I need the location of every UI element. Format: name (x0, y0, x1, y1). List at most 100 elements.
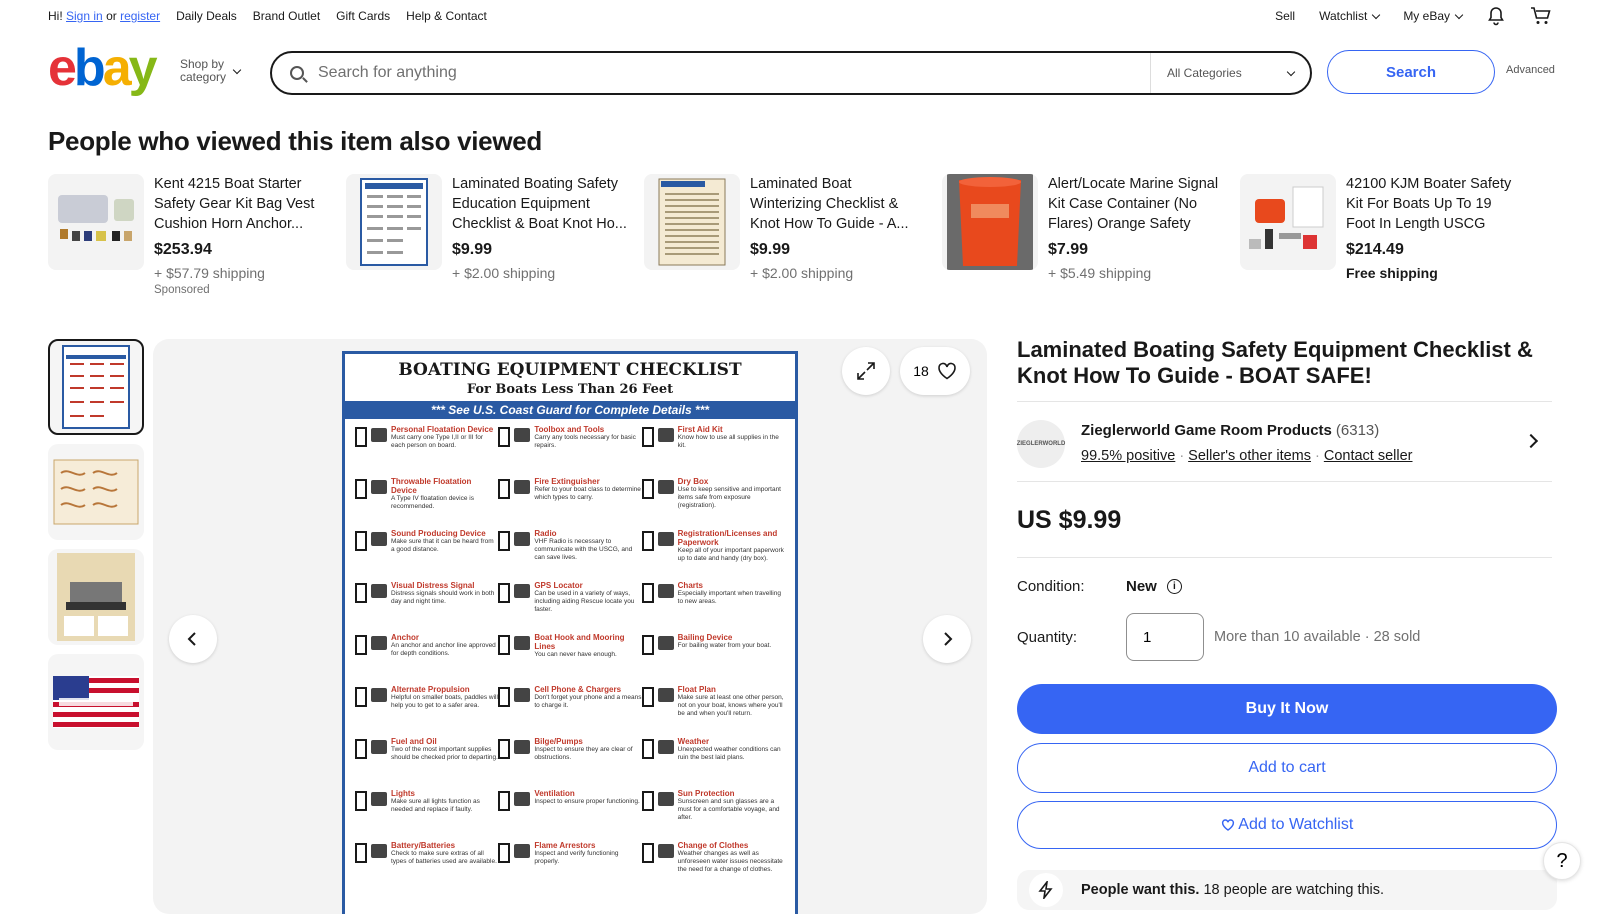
add-to-cart-button[interactable]: Add to cart (1017, 743, 1557, 793)
help-button[interactable]: ? (1543, 842, 1581, 880)
item-title[interactable]: Kent 4215 Boat Starter Safety Gear Kit B… (154, 174, 330, 234)
positive-feedback-link[interactable]: 99.5% positive (1081, 448, 1175, 464)
item-price: $9.99 (750, 241, 791, 258)
poster-checklist: Personal Floatation Device Must carry one… (345, 419, 795, 893)
category-select-value: All Categories (1167, 66, 1242, 80)
product-thumbnail[interactable] (1240, 174, 1336, 270)
advanced-search-link[interactable]: Advanced (1506, 64, 1555, 76)
item-price: $9.99 (452, 241, 493, 258)
poster-item-desc: Two of the most important supplies shoul… (391, 746, 498, 761)
list-item[interactable]: Alert/Locate Marine Signal Kit Case Cont… (942, 174, 1240, 296)
poster-item-title: Cell Phone & Chargers (534, 685, 622, 694)
next-image-button[interactable] (923, 615, 971, 663)
checklist-poster-image: BOATING EQUIPMENT CHECKLIST For Boats Le… (342, 351, 798, 914)
my-ebay-dropdown[interactable]: My eBay (1403, 9, 1464, 23)
info-icon[interactable]: i (1166, 579, 1182, 594)
gallery-thumbnail[interactable] (48, 654, 144, 750)
or-text: or (106, 9, 117, 23)
checkbox-square-icon (355, 635, 367, 655)
main-product-image[interactable]: BOATING EQUIPMENT CHECKLIST For Boats Le… (153, 339, 987, 914)
poster-checklist-item: Alternate Propulsion Helpful on smaller b… (355, 685, 498, 731)
list-item[interactable]: 42100 KJM Boater Safety Kit For Boats Up… (1240, 174, 1538, 296)
category-label: category (180, 70, 227, 84)
quantity-input[interactable] (1126, 613, 1204, 661)
poster-item-desc: You can never have enough. (534, 651, 617, 658)
item-icon (514, 792, 531, 806)
ebay-logo[interactable]: ebay (48, 42, 158, 94)
poster-checklist-item: Bailing Device For bailing water from you… (641, 633, 785, 679)
poster-item-title: Sound Producing Device (391, 529, 486, 538)
seller-name-row: Zieglerworld Game Room Products (6313) (1081, 422, 1379, 439)
search-button[interactable]: Search (1327, 50, 1495, 94)
item-title[interactable]: Alert/Locate Marine Signal Kit Case Cont… (1048, 174, 1224, 234)
shop-by-category-button[interactable]: Shop by category (180, 58, 242, 84)
poster-item-title: Change of Clothes (677, 841, 749, 850)
poster-checklist-item: Throwable Floatation Device A Type IV flo… (355, 477, 498, 523)
search-input[interactable] (318, 58, 1150, 88)
cart-icon[interactable] (1530, 6, 1552, 26)
poster-item-title: Lights (391, 789, 415, 798)
poster-item-desc: Make sure at least one other person, not… (677, 694, 784, 717)
poster-item-desc: Don't forget your phone and a means to c… (534, 694, 642, 709)
item-icon (514, 532, 531, 546)
watch-count-button[interactable]: 18 (900, 347, 970, 395)
daily-deals-link[interactable]: Daily Deals (176, 9, 237, 23)
poster-checklist-item: Weather Unexpected weather conditions can… (641, 737, 785, 783)
sellers-other-items-link[interactable]: Seller's other items (1188, 448, 1311, 464)
brand-outlet-link[interactable]: Brand Outlet (253, 9, 320, 23)
item-icon (371, 688, 387, 702)
register-link[interactable]: register (120, 9, 160, 23)
item-title[interactable]: 42100 KJM Boater Safety Kit For Boats Up… (1346, 174, 1522, 234)
gift-cards-link[interactable]: Gift Cards (336, 9, 390, 23)
help-contact-link[interactable]: Help & Contact (406, 9, 487, 23)
item-icon (657, 532, 674, 546)
item-icon (371, 792, 387, 806)
checkbox-square-icon (641, 739, 654, 759)
product-price: US $9.99 (1017, 506, 1122, 534)
poster-checklist-item: Sun Protection Sunscreen and sun glasses … (641, 789, 785, 835)
notification-bell-icon[interactable] (1486, 6, 1506, 26)
seller-name[interactable]: Zieglerworld Game Room Products (1081, 422, 1332, 439)
product-thumbnail[interactable] (644, 174, 740, 270)
item-title[interactable]: Laminated Boating Safety Education Equip… (452, 174, 628, 234)
seller-card[interactable]: ZIEGLERWORLD Zieglerworld Game Room Prod… (1017, 420, 1552, 472)
product-thumbnail[interactable] (942, 174, 1038, 270)
checkbox-square-icon (355, 583, 367, 603)
sign-in-link[interactable]: Sign in (66, 9, 103, 23)
sponsored-label: Sponsored (154, 284, 210, 296)
search-icon (290, 66, 304, 80)
poster-item-title: Dry Box (677, 477, 709, 486)
gallery-thumbnail[interactable] (48, 444, 144, 540)
list-item[interactable]: Laminated Boating Safety Education Equip… (346, 174, 644, 296)
category-select[interactable]: All Categories (1150, 53, 1310, 93)
chevron-down-icon (1372, 10, 1381, 19)
gallery-thumbnail[interactable] (48, 339, 144, 435)
checkbox-square-icon (498, 687, 511, 707)
checkbox-square-icon (641, 687, 654, 707)
divider (1017, 481, 1552, 482)
poster-item-desc: An anchor and anchor line approved for d… (391, 642, 496, 657)
item-icon (657, 792, 674, 806)
checkbox-square-icon (355, 427, 367, 447)
separator-dot: · (1315, 448, 1320, 464)
list-item[interactable]: Kent 4215 Boat Starter Safety Gear Kit B… (48, 174, 346, 296)
sell-link[interactable]: Sell (1275, 9, 1295, 23)
poster-checklist-item: Anchor An anchor and anchor line approved… (355, 633, 498, 679)
buy-it-now-button[interactable]: Buy It Now (1017, 684, 1557, 734)
checkbox-square-icon (355, 791, 367, 811)
seller-avatar[interactable]: ZIEGLERWORLD (1017, 420, 1065, 468)
poster-item-title: First Aid Kit (677, 425, 723, 434)
add-to-watchlist-button[interactable]: Add to Watchlist (1017, 801, 1557, 849)
contact-seller-link[interactable]: Contact seller (1324, 448, 1413, 464)
item-icon (371, 480, 387, 494)
chevron-right-icon[interactable] (1523, 433, 1539, 449)
poster-item-title: Bilge/Pumps (534, 737, 583, 746)
product-thumbnail[interactable] (346, 174, 442, 270)
previous-image-button[interactable] (169, 615, 217, 663)
item-title[interactable]: Laminated Boat Winterizing Checklist & K… (750, 174, 926, 234)
list-item[interactable]: Laminated Boat Winterizing Checklist & K… (644, 174, 942, 296)
expand-image-button[interactable] (842, 347, 890, 395)
gallery-thumbnail[interactable] (48, 549, 144, 645)
product-thumbnail[interactable] (48, 174, 144, 270)
watchlist-dropdown[interactable]: Watchlist (1319, 9, 1381, 23)
